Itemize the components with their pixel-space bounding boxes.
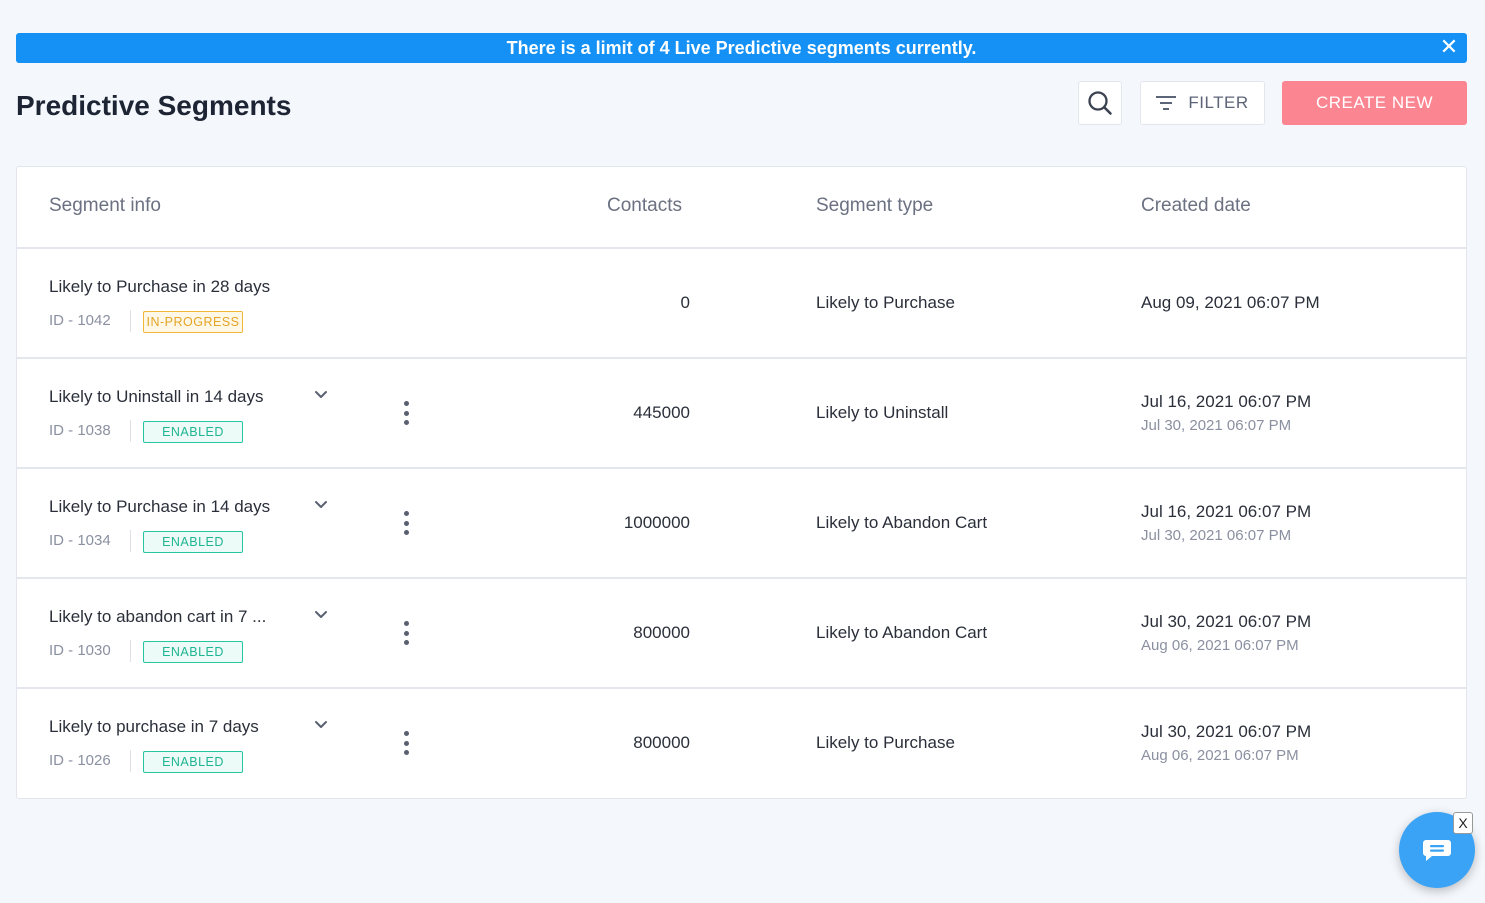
chat-close-button[interactable]: X: [1453, 812, 1473, 834]
table-row[interactable]: Likely to Uninstall in 14 days ID - 1038…: [17, 359, 1466, 469]
segment-name[interactable]: Likely to Purchase in 28 days: [49, 277, 270, 297]
more-options-icon[interactable]: [397, 401, 415, 425]
segment-type: Likely to Purchase: [816, 733, 955, 752]
table-row[interactable]: Likely to purchase in 7 days ID - 1026 E…: [17, 689, 1466, 799]
created-date: Jul 30, 2021 06:07 PM: [1141, 722, 1312, 741]
segment-type: Likely to Purchase: [816, 293, 955, 312]
segment-name[interactable]: Likely to Purchase in 14 days: [49, 497, 270, 517]
segment-type: Likely to Abandon Cart: [816, 623, 988, 642]
divider: [130, 530, 131, 552]
header-segment-type: Segment type: [816, 195, 934, 216]
segment-id: ID - 1030: [49, 642, 111, 659]
filter-label: FILTER: [1188, 93, 1249, 112]
table-row[interactable]: Likely to Purchase in 14 days ID - 1034 …: [17, 469, 1466, 579]
chevron-down-icon[interactable]: [312, 386, 330, 404]
create-new-button[interactable]: CREATE NEW: [1282, 81, 1467, 125]
table-row[interactable]: Likely to Purchase in 28 days ID - 1042 …: [17, 249, 1466, 359]
segment-id: ID - 1034: [49, 532, 111, 549]
contacts-count: 800000: [633, 623, 690, 642]
limit-banner-text: There is a limit of 4 Live Predictive se…: [506, 37, 977, 58]
segment-name[interactable]: Likely to Uninstall in 14 days: [49, 387, 264, 407]
search-button[interactable]: [1078, 81, 1122, 125]
divider: [130, 640, 131, 662]
created-date: Jul 16, 2021 06:07 PM: [1141, 392, 1312, 411]
header-created-date: Created date: [1141, 195, 1251, 216]
segment-name[interactable]: Likely to purchase in 7 days: [49, 717, 259, 737]
more-options-icon[interactable]: [397, 621, 415, 645]
divider: [130, 420, 131, 442]
more-options-icon[interactable]: [397, 731, 415, 755]
secondary-date: Jul 30, 2021 06:07 PM: [1141, 417, 1292, 434]
more-options-icon[interactable]: [397, 511, 415, 535]
segment-type: Likely to Abandon Cart: [816, 513, 988, 532]
created-date: Jul 30, 2021 06:07 PM: [1141, 612, 1312, 631]
created-date: Aug 09, 2021 06:07 PM: [1141, 293, 1320, 312]
chat-icon: [1423, 840, 1451, 861]
chevron-down-icon[interactable]: [312, 716, 330, 734]
table-header: Segment info Contacts Segment type Creat…: [17, 167, 1466, 249]
banner-close-icon[interactable]: ✕: [1437, 34, 1461, 59]
filter-button[interactable]: FILTER: [1140, 81, 1265, 125]
segment-id: ID - 1042: [49, 312, 111, 329]
table-row[interactable]: Likely to abandon cart in 7 ... ID - 103…: [17, 579, 1466, 689]
contacts-count: 0: [680, 293, 690, 312]
search-icon: [1088, 91, 1112, 115]
divider: [130, 310, 131, 332]
segment-name[interactable]: Likely to abandon cart in 7 ...: [49, 607, 266, 627]
segment-type: Likely to Uninstall: [816, 403, 949, 422]
filter-icon: [1156, 96, 1177, 110]
created-date: Jul 16, 2021 06:07 PM: [1141, 502, 1312, 521]
chevron-down-icon[interactable]: [312, 496, 330, 514]
contacts-count: 800000: [633, 733, 690, 752]
limit-banner: There is a limit of 4 Live Predictive se…: [16, 33, 1467, 63]
segment-id: ID - 1026: [49, 752, 111, 769]
secondary-date: Jul 30, 2021 06:07 PM: [1141, 527, 1292, 544]
secondary-date: Aug 06, 2021 06:07 PM: [1141, 637, 1299, 654]
page-title: Predictive Segments: [16, 90, 292, 121]
header-contacts: Contacts: [607, 195, 682, 216]
segment-id: ID - 1038: [49, 422, 111, 439]
status-badge: IN-PROGRESS: [143, 311, 243, 333]
status-badge: ENABLED: [143, 751, 243, 773]
secondary-date: Aug 06, 2021 06:07 PM: [1141, 747, 1299, 764]
status-badge: ENABLED: [143, 641, 243, 663]
segments-table: Segment info Contacts Segment type Creat…: [16, 166, 1467, 799]
header-segment-info: Segment info: [49, 195, 161, 216]
divider: [130, 750, 131, 772]
status-badge: ENABLED: [143, 421, 243, 443]
contacts-count: 445000: [633, 403, 690, 422]
contacts-count: 1000000: [623, 513, 690, 532]
chevron-down-icon[interactable]: [312, 606, 330, 624]
status-badge: ENABLED: [143, 531, 243, 553]
